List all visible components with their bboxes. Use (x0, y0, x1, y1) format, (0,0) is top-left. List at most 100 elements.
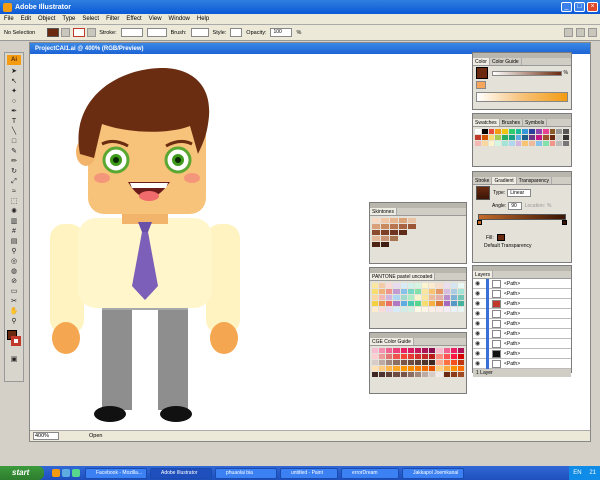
gradient-preview[interactable] (476, 186, 490, 200)
stroke-weight-field[interactable] (120, 28, 143, 37)
maximize-button[interactable]: □ (574, 2, 585, 12)
menu-effect[interactable]: Effect (126, 16, 141, 22)
visibility-eye-icon[interactable]: ◉ (475, 330, 484, 338)
visibility-eye-icon[interactable]: ◉ (475, 320, 484, 328)
warp-tool-icon[interactable]: ≈ (8, 188, 20, 196)
zoom-field[interactable]: 400% (33, 432, 59, 440)
zoom-tool-icon[interactable]: ⚲ (8, 318, 20, 326)
type-select[interactable]: Linear (507, 189, 532, 197)
magic-wand-tool-icon[interactable]: ✦ (8, 88, 20, 96)
pen-tool-icon[interactable]: ✒ (8, 108, 20, 116)
paintbrush-tool-icon[interactable]: ✎ (8, 148, 20, 156)
stroke-swatch[interactable] (73, 28, 86, 37)
taskbar-item-paint[interactable]: untitled - Paint (280, 467, 338, 479)
fill-swatch[interactable] (47, 28, 60, 37)
pantone-swatch-grid[interactable] (370, 281, 466, 314)
tab-layers[interactable]: Layers (473, 271, 494, 278)
color-spectrum[interactable] (476, 92, 568, 102)
fill-stroke-control[interactable] (7, 330, 21, 346)
tab-skintones[interactable]: Skintones (370, 208, 397, 215)
eyedropper-tool-icon[interactable]: ⚲ (8, 248, 20, 256)
layer-row[interactable]: ◉ <Path> (473, 308, 571, 319)
visibility-eye-icon[interactable]: ◉ (475, 300, 484, 308)
visibility-eye-icon[interactable]: ◉ (475, 290, 484, 298)
blend-tool-icon[interactable]: ◎ (8, 258, 20, 266)
layer-row[interactable]: ◉ <Path> (473, 328, 571, 339)
minimize-button[interactable]: _ (561, 2, 572, 12)
pencil-tool-icon[interactable]: ✏ (8, 158, 20, 166)
rectangle-tool-icon[interactable]: □ (8, 138, 20, 146)
mesh-tool-icon[interactable]: # (8, 228, 20, 236)
swatch-grid[interactable] (473, 127, 571, 148)
visibility-eye-icon[interactable]: ◉ (475, 360, 484, 368)
graph-tool-icon[interactable]: ▥ (8, 218, 20, 226)
direct-selection-tool-icon[interactable]: ↖ (8, 78, 20, 86)
tab-brushes[interactable]: Brushes (500, 119, 524, 126)
opacity-field[interactable]: 100 (270, 28, 293, 37)
slice-tool-icon[interactable]: ⊘ (8, 278, 20, 286)
lasso-tool-icon[interactable]: ○ (8, 98, 20, 106)
tab-gradient[interactable]: Gradient (492, 177, 517, 184)
type-tool-icon[interactable]: T (8, 118, 20, 126)
taskbar-item-illustrator[interactable]: Adobe Illustrator (150, 467, 212, 479)
angle-field[interactable]: 90 (508, 202, 522, 210)
menu-type[interactable]: Type (62, 16, 75, 22)
visibility-eye-icon[interactable]: ◉ (475, 340, 484, 348)
status-text[interactable]: Open (89, 433, 102, 439)
style-field[interactable] (230, 28, 243, 37)
fill-dropdown[interactable] (61, 28, 71, 37)
color-fill-preview[interactable] (476, 67, 488, 79)
visibility-eye-icon[interactable]: ◉ (475, 310, 484, 318)
layer-row[interactable]: ◉ <Path> (473, 278, 571, 289)
layer-row[interactable]: ◉ <Path> (473, 298, 571, 309)
menu-filter[interactable]: Filter (106, 16, 119, 22)
start-button[interactable]: start (0, 466, 44, 480)
symbol-sprayer-tool-icon[interactable]: ✺ (8, 208, 20, 216)
taskbar-item-facebook[interactable]: Facebook - Mozilla... (85, 467, 147, 479)
tab-transparency[interactable]: Transparency (517, 177, 553, 184)
live-paint-tool-icon[interactable]: ◍ (8, 268, 20, 276)
free-transform-tool-icon[interactable]: ⬚ (8, 198, 20, 206)
tab-stroke[interactable]: Stroke (473, 177, 493, 184)
language-indicator[interactable]: EN (573, 470, 581, 476)
preferences-icon[interactable] (576, 28, 585, 37)
menu-view[interactable]: View (149, 16, 162, 22)
quicklaunch-browser-icon[interactable] (52, 469, 60, 477)
tab-swatches[interactable]: Swatches (473, 119, 500, 126)
fill-thumb[interactable] (496, 234, 505, 241)
quicklaunch-desktop-icon[interactable] (62, 469, 70, 477)
visibility-eye-icon[interactable]: ◉ (475, 350, 484, 358)
layer-row[interactable]: ◉ <Path> (473, 338, 571, 349)
close-button[interactable]: × (587, 2, 598, 12)
layer-row[interactable]: ◉ <Path> (473, 318, 571, 329)
taskbar-item-folder[interactable]: phuaolai bia (215, 467, 277, 479)
menu-select[interactable]: Select (82, 16, 99, 22)
gradient-stop-right-icon[interactable] (562, 220, 567, 225)
menu-window[interactable]: Window (169, 16, 190, 22)
stroke-color-icon[interactable] (11, 336, 21, 346)
menu-edit[interactable]: Edit (21, 16, 31, 22)
layer-row[interactable]: ◉ <Path> (473, 358, 571, 369)
selection-tool-icon[interactable]: ➤ (8, 68, 20, 76)
gradient-tool-icon[interactable]: ▤ (8, 238, 20, 246)
default-transparency[interactable]: Default Transparency (481, 242, 571, 250)
layer-row[interactable]: ◉ <Path> (473, 288, 571, 299)
tab-cge-color-guide[interactable]: CGE Color Guide (370, 338, 414, 345)
line-tool-icon[interactable]: ╲ (8, 128, 20, 136)
tab-symbols[interactable]: Symbols (523, 119, 548, 126)
taskbar-item-dream[interactable]: errorDream (341, 467, 399, 479)
scissors-tool-icon[interactable]: ✂ (8, 298, 20, 306)
tab-pantone[interactable]: PANTONE pastel uncoated (370, 273, 436, 280)
quicklaunch-media-icon[interactable] (72, 469, 80, 477)
hand-tool-icon[interactable]: ✋ (8, 308, 20, 316)
skintones-swatch-grid[interactable] (370, 216, 466, 249)
document-setup-icon[interactable] (564, 28, 573, 37)
tab-color-guide[interactable]: Color Guide (490, 58, 522, 65)
layer-row[interactable]: ◉ <Path> (473, 348, 571, 359)
tab-color[interactable]: Color (473, 58, 490, 65)
character-illustration[interactable] (30, 54, 370, 430)
screen-mode-icon[interactable]: ▣ (8, 356, 20, 364)
color-tone-chip[interactable] (476, 81, 486, 89)
color-slider[interactable] (492, 70, 562, 76)
brush-field[interactable] (190, 28, 209, 37)
